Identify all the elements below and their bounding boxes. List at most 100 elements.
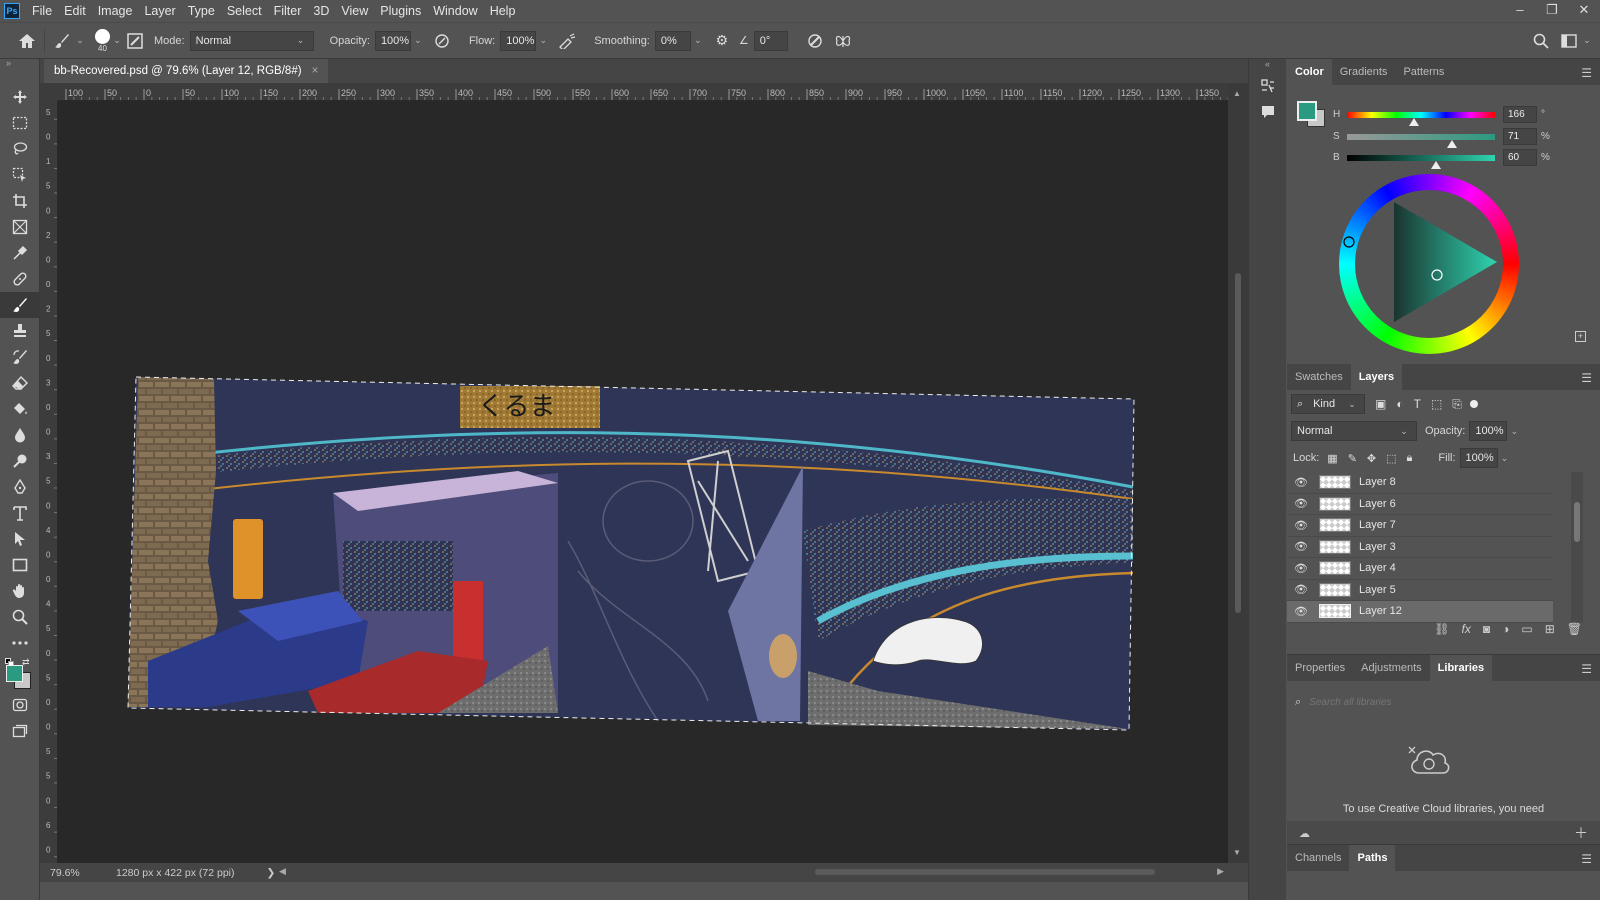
dodge-tool-icon[interactable]: [0, 448, 40, 474]
crop-tool-icon[interactable]: [0, 188, 40, 214]
libraries-panel-menu-icon[interactable]: ☰: [1581, 662, 1592, 676]
visibility-eye-icon[interactable]: 👁︎: [1287, 562, 1315, 575]
clone-stamp-tool-icon[interactable]: [0, 318, 40, 344]
layer-filter-select[interactable]: ⌕ Kind ⌄: [1291, 394, 1365, 414]
comments-panel-icon[interactable]: [1249, 99, 1287, 125]
status-menu-arrow-icon[interactable]: ❯: [267, 867, 276, 879]
history-panel-icon[interactable]: [1249, 73, 1287, 99]
menu-3d[interactable]: 3D: [307, 0, 335, 22]
visibility-eye-icon[interactable]: 👁︎: [1287, 497, 1315, 510]
saturation-brightness-triangle[interactable]: [1339, 174, 1519, 354]
blur-tool-icon[interactable]: [0, 422, 40, 448]
angle-field[interactable]: 0°: [753, 30, 788, 51]
saturation-slider-handle[interactable]: [1447, 139, 1457, 148]
layers-scroll-thumb[interactable]: [1574, 502, 1580, 542]
smoothing-field[interactable]: 0%: [654, 30, 691, 51]
hue-slider[interactable]: [1347, 111, 1495, 126]
menu-view[interactable]: View: [335, 0, 374, 22]
tab-libraries[interactable]: Libraries: [1429, 655, 1493, 681]
filter-adjustment-icon[interactable]: ◐: [1396, 397, 1403, 411]
swap-colors-icon[interactable]: ⇄: [22, 657, 30, 668]
screen-mode-icon[interactable]: [0, 718, 40, 744]
close-document-icon[interactable]: ×: [312, 59, 319, 83]
tab-paths[interactable]: Paths: [1349, 845, 1396, 871]
smoothing-settings-gear-icon[interactable]: ⚙: [711, 30, 733, 52]
menu-filter[interactable]: Filter: [268, 0, 308, 22]
object-selection-tool-icon[interactable]: [0, 162, 40, 188]
brush-preset-icon[interactable]: [51, 30, 73, 52]
tab-channels[interactable]: Channels: [1287, 845, 1349, 871]
lock-artboard-icon[interactable]: ⬚: [1386, 452, 1396, 465]
ruler-origin[interactable]: [40, 83, 58, 101]
filter-smart-object-icon[interactable]: ⎘: [1452, 397, 1462, 412]
pen-tool-icon[interactable]: [0, 474, 40, 500]
vertical-scroll-thumb[interactable]: [1235, 273, 1241, 613]
tab-adjustments[interactable]: Adjustments: [1353, 655, 1430, 681]
search-icon[interactable]: [1530, 30, 1552, 52]
layers-scrollbar[interactable]: [1571, 472, 1583, 622]
libraries-search-input[interactable]: [1309, 696, 1570, 708]
new-group-icon[interactable]: ▭: [1521, 622, 1532, 636]
menu-edit[interactable]: Edit: [58, 0, 92, 22]
history-brush-tool-icon[interactable]: [0, 344, 40, 370]
layer-effects-icon[interactable]: fx: [1462, 622, 1471, 636]
vertical-ruler[interactable]: 5 0 1 5 0 2 0 0 2 5 0 3 0 0 3 5 0 4 0 0 4 5 0 5 0 0 5 5 0 6 0: [40, 101, 58, 863]
opacity-field[interactable]: 100%: [374, 30, 411, 51]
menu-help[interactable]: Help: [484, 0, 522, 22]
mode-select[interactable]: Normal ⌄: [189, 30, 314, 51]
path-selection-tool-icon[interactable]: [0, 526, 40, 552]
filter-shape-icon[interactable]: ⬚: [1431, 397, 1442, 411]
paint-bucket-tool-icon[interactable]: [0, 396, 40, 422]
tab-color[interactable]: Color: [1287, 59, 1332, 85]
minimize-button[interactable]: –: [1504, 0, 1536, 22]
restore-button[interactable]: ❐: [1536, 0, 1568, 22]
layer-opacity-dropdown-icon[interactable]: ⌄: [1507, 426, 1521, 437]
lasso-tool-icon[interactable]: [0, 136, 40, 162]
visibility-eye-icon[interactable]: 👁︎: [1287, 476, 1315, 489]
color-panel-menu-icon[interactable]: ☰: [1581, 66, 1592, 80]
hue-value[interactable]: 166: [1503, 106, 1537, 123]
document-tab[interactable]: bb-Recovered.psd @ 79.6% (Layer 12, RGB/…: [44, 59, 329, 83]
menu-plugins[interactable]: Plugins: [374, 0, 427, 22]
horizontal-scroll-thumb[interactable]: [815, 869, 1155, 875]
rectangle-tool-icon[interactable]: [0, 552, 40, 578]
menu-type[interactable]: Type: [182, 0, 221, 22]
type-tool-icon[interactable]: [0, 500, 40, 526]
menu-file[interactable]: File: [26, 0, 58, 22]
menu-layer[interactable]: Layer: [138, 0, 181, 22]
home-icon[interactable]: [16, 30, 38, 52]
layer-row[interactable]: 👁︎ Layer 3: [1287, 537, 1553, 558]
scroll-right-icon[interactable]: ▶: [1217, 866, 1224, 877]
lock-transparent-icon[interactable]: ▦: [1327, 452, 1337, 465]
panel-foreground-swatch[interactable]: [1297, 101, 1317, 121]
workspace-dropdown-icon[interactable]: ⌄: [1580, 35, 1594, 46]
expand-color-panel-icon[interactable]: +: [1575, 331, 1586, 342]
layer-row[interactable]: 👁︎ Layer 5: [1287, 580, 1553, 601]
blend-mode-select[interactable]: Normal ⌄: [1291, 421, 1417, 441]
brightness-value[interactable]: 60: [1503, 149, 1537, 166]
edit-toolbar-more-icon[interactable]: [0, 630, 40, 656]
vertical-scrollbar[interactable]: ▲ ▼: [1228, 83, 1248, 863]
brush-preset-dropdown-icon[interactable]: ⌄: [73, 35, 87, 46]
saturation-slider[interactable]: [1347, 133, 1495, 148]
smoothing-dropdown-icon[interactable]: ⌄: [691, 35, 705, 46]
add-library-item-icon[interactable]: ＋: [1574, 823, 1588, 843]
visibility-eye-icon[interactable]: 👁︎: [1287, 583, 1315, 596]
scroll-up-icon[interactable]: ▲: [1233, 89, 1241, 98]
collapse-dock-icon[interactable]: «: [1249, 59, 1286, 73]
filter-type-icon[interactable]: T: [1414, 397, 1421, 411]
menu-window[interactable]: Window: [427, 0, 483, 22]
eyedropper-tool-icon[interactable]: [0, 240, 40, 266]
filter-pixel-icon[interactable]: ▣: [1375, 397, 1386, 411]
visibility-eye-icon[interactable]: 👁︎: [1287, 519, 1315, 532]
hue-slider-handle[interactable]: [1409, 117, 1419, 126]
quick-mask-icon[interactable]: [0, 692, 40, 718]
cloud-sync-icon[interactable]: ☁: [1299, 827, 1310, 840]
tab-layers[interactable]: Layers: [1350, 364, 1403, 390]
lock-pixels-icon[interactable]: ✎: [1348, 452, 1357, 465]
lock-all-icon[interactable]: 🔒︎: [1407, 452, 1413, 465]
filter-toggle-icon[interactable]: [1469, 400, 1478, 408]
opacity-dropdown-icon[interactable]: ⌄: [411, 35, 425, 46]
healing-brush-tool-icon[interactable]: [0, 266, 40, 292]
flow-dropdown-icon[interactable]: ⌄: [536, 35, 550, 46]
